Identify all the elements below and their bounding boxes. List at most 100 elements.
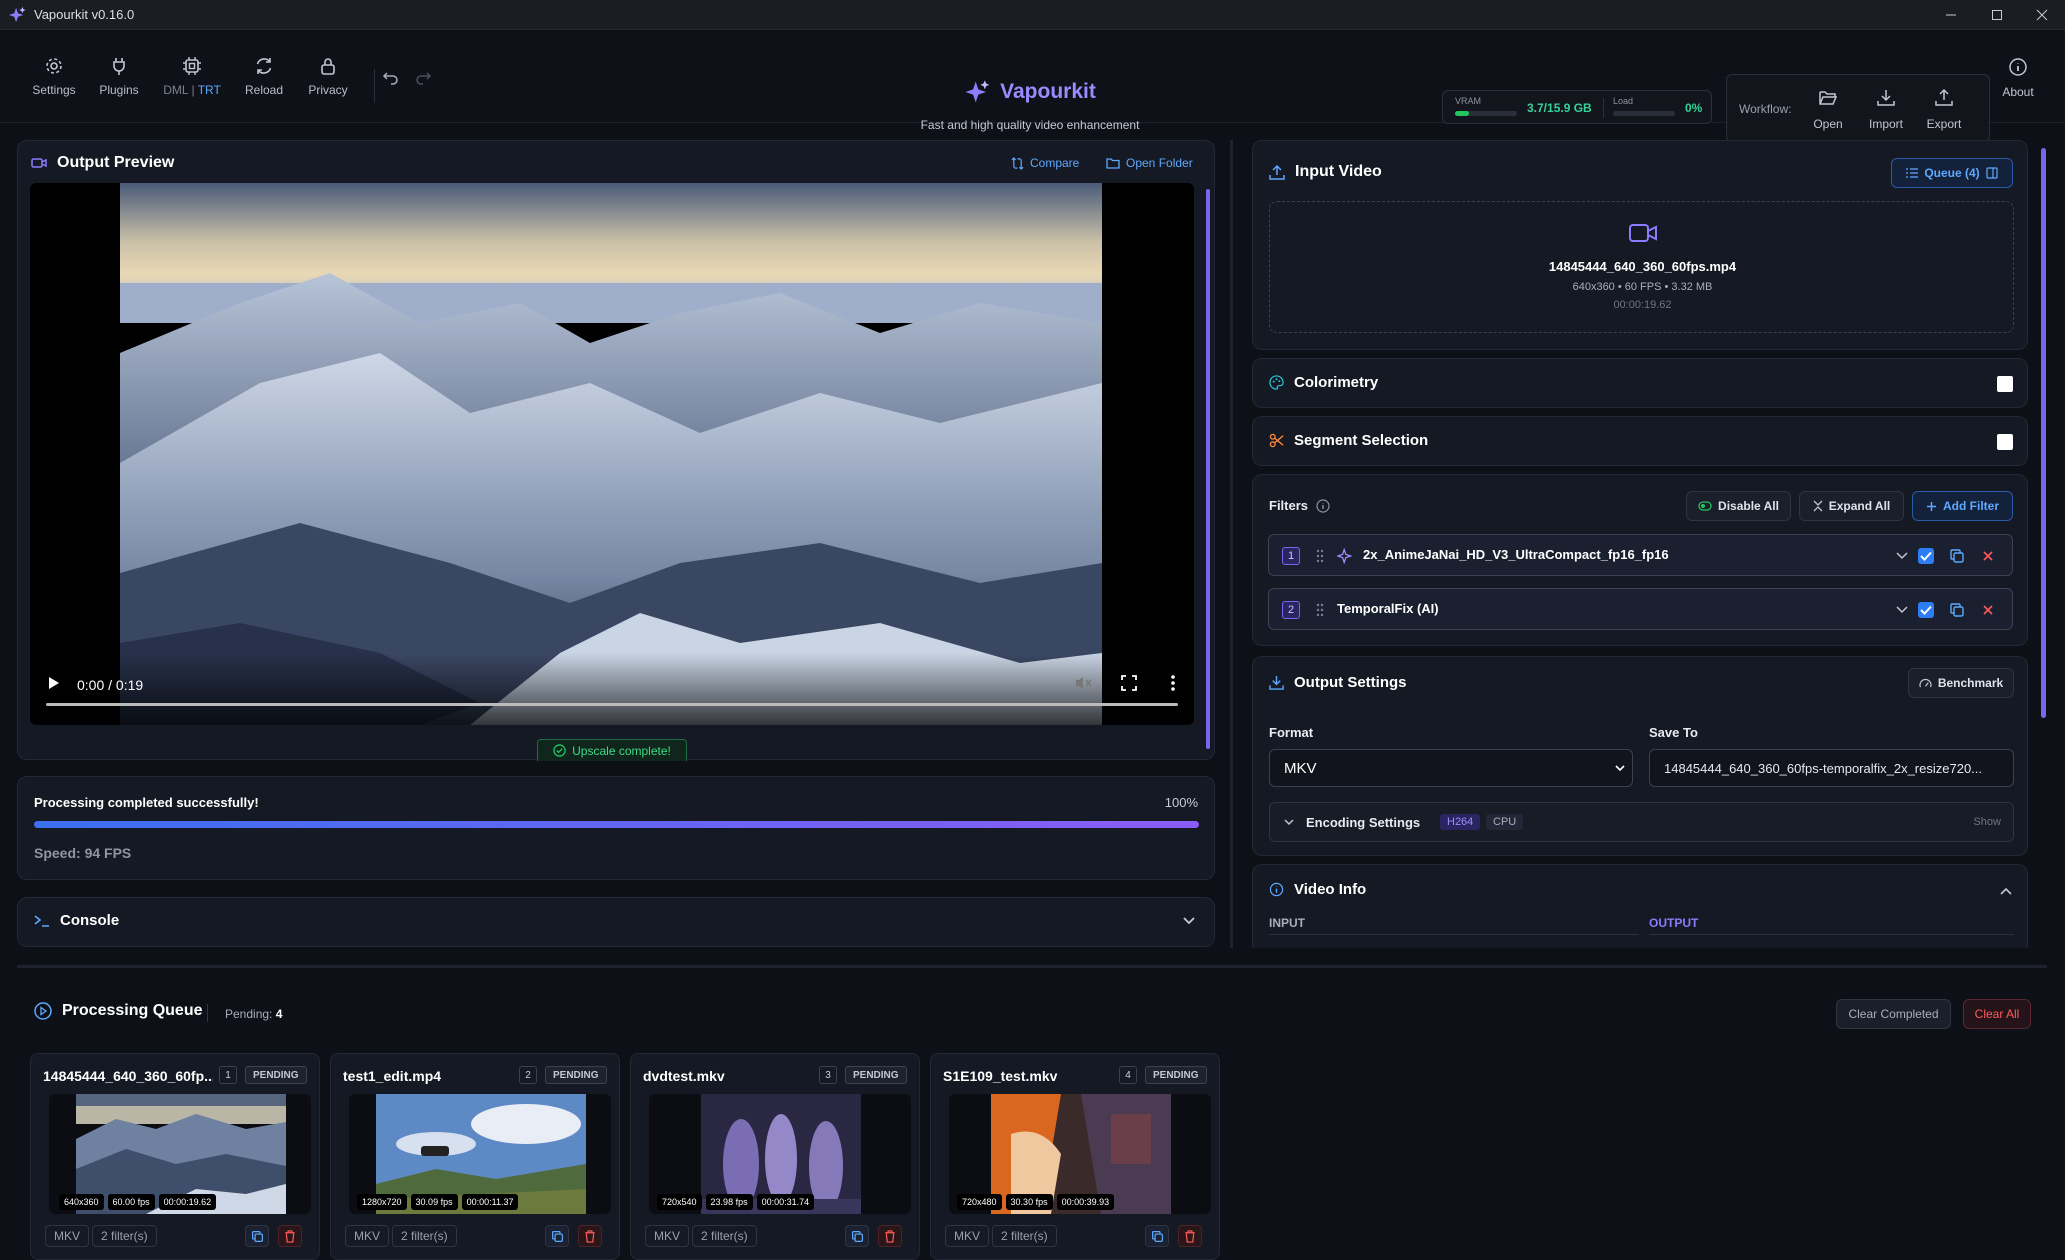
- colorimetry-toggle[interactable]: [1997, 376, 2013, 392]
- close-icon[interactable]: [1982, 604, 1994, 616]
- queue-card[interactable]: S1E109_test.mkv 4 PENDING 720x480 30.30 …: [930, 1053, 1220, 1260]
- clear-all-button[interactable]: Clear All: [1963, 999, 2031, 1029]
- input-dropzone[interactable]: 14845444_640_360_60fps.mp4 640x360 • 60 …: [1269, 201, 2014, 333]
- check-circle-icon: [553, 744, 566, 757]
- duplicate-button[interactable]: [1145, 1225, 1169, 1247]
- brand-title: Vapourkit: [1000, 80, 1096, 103]
- chevron-down-icon[interactable]: [1896, 606, 1908, 614]
- add-filter-button[interactable]: Add Filter: [1912, 491, 2013, 521]
- duplicate-button[interactable]: [545, 1225, 569, 1247]
- close-window-button[interactable]: [2019, 0, 2065, 30]
- save-to-input[interactable]: 14845444_640_360_60fps-temporalfix_2x_re…: [1649, 749, 2014, 787]
- check-icon: [1920, 551, 1932, 561]
- console-panel[interactable]: Console: [17, 897, 1215, 947]
- output-preview-panel: Output Preview Compare Open Folder 0:00 …: [17, 140, 1215, 761]
- queue-card[interactable]: dvdtest.mkv 3 PENDING 720x540 23.98 fps …: [630, 1053, 920, 1260]
- queue-card-metadata: 640x360 60.00 fps 00:00:19.62: [59, 1194, 217, 1210]
- clear-all-label: Clear All: [1974, 1007, 2020, 1021]
- segment-toggle[interactable]: [1997, 434, 2013, 450]
- filter-row[interactable]: 1 2x_AnimeJaNai_HD_V3_UltraCompact_fp16_…: [1268, 534, 2013, 576]
- plugins-button[interactable]: Plugins: [87, 55, 151, 111]
- right-column-scrollbar[interactable]: [2041, 148, 2046, 718]
- info-icon[interactable]: [1316, 498, 1330, 513]
- list-icon: [1906, 168, 1919, 178]
- privacy-button[interactable]: Privacy: [296, 55, 360, 111]
- expand-all-button[interactable]: Expand All: [1799, 491, 1904, 521]
- drag-handle-icon[interactable]: [1316, 603, 1324, 617]
- backend-toggle[interactable]: DML | TRT: [160, 55, 224, 111]
- upload-icon: [1269, 164, 1285, 180]
- filter-name: 2x_AnimeJaNai_HD_V3_UltraCompact_fp16_fp…: [1363, 547, 1669, 562]
- undo-button[interactable]: [382, 68, 400, 86]
- backend-dml: DML: [163, 83, 189, 97]
- open-folder-button[interactable]: Open Folder: [1106, 156, 1193, 170]
- play-button[interactable]: [47, 675, 61, 691]
- fullscreen-icon: [1121, 675, 1137, 691]
- load-label: Load: [1613, 96, 1634, 106]
- filter-count-tag: 2 filter(s): [392, 1225, 457, 1247]
- reload-icon: [256, 58, 272, 74]
- clear-completed-button[interactable]: Clear Completed: [1836, 999, 1951, 1029]
- export-button[interactable]: Export: [1919, 89, 1969, 131]
- preview-scrollbar[interactable]: [1206, 189, 1210, 749]
- segment-header: Segment Selection: [1269, 432, 1428, 449]
- console-expand-toggle[interactable]: [1182, 916, 1196, 926]
- copy-icon[interactable]: [1949, 602, 1965, 618]
- delete-button[interactable]: [1178, 1225, 1202, 1247]
- settings-button[interactable]: Settings: [22, 55, 86, 111]
- queue-card-filename: S1E109_test.mkv: [943, 1068, 1058, 1084]
- queue-divider[interactable]: [17, 965, 2047, 968]
- format-tag: MKV: [345, 1225, 390, 1247]
- benchmark-label: Benchmark: [1937, 676, 2004, 690]
- more-options-button[interactable]: [1170, 674, 1176, 692]
- delete-button[interactable]: [878, 1225, 902, 1247]
- pending-count: 4: [275, 1007, 283, 1021]
- chevron-down-icon[interactable]: [1896, 552, 1908, 560]
- drag-handle-icon[interactable]: [1316, 549, 1324, 563]
- open-button[interactable]: Open: [1803, 89, 1853, 131]
- fullscreen-button[interactable]: [1121, 675, 1137, 691]
- copy-icon[interactable]: [1949, 548, 1965, 564]
- disable-all-button[interactable]: Disable All: [1686, 491, 1791, 521]
- column-divider[interactable]: [1230, 140, 1233, 948]
- benchmark-button[interactable]: Benchmark: [1908, 668, 2014, 698]
- status-badge: PENDING: [1145, 1066, 1207, 1084]
- plus-icon: [1927, 501, 1936, 511]
- filter-enabled-checkbox[interactable]: [1918, 548, 1934, 564]
- maximize-button[interactable]: [1974, 0, 2020, 30]
- duplicate-button[interactable]: [845, 1225, 869, 1247]
- duplicate-button[interactable]: [245, 1225, 269, 1247]
- delete-button[interactable]: [578, 1225, 602, 1247]
- player-time: 0:00 / 0:19: [77, 677, 144, 693]
- about-button[interactable]: About: [1993, 57, 2043, 99]
- workflow-group: Workflow: Open Import Export: [1726, 74, 1990, 142]
- queue-button[interactable]: Queue (4): [1891, 158, 2013, 188]
- copy-icon: [251, 1230, 263, 1242]
- folder-open-icon: [1819, 91, 1838, 105]
- format-select[interactable]: MKV: [1269, 749, 1633, 787]
- progress-bar: [34, 821, 1199, 828]
- close-icon[interactable]: [1982, 550, 1994, 562]
- compare-button[interactable]: Compare: [1011, 156, 1079, 170]
- delete-button[interactable]: [278, 1225, 302, 1247]
- copy-icon: [1151, 1230, 1163, 1242]
- lock-icon: [321, 58, 335, 75]
- redo-button[interactable]: [414, 68, 432, 86]
- minimize-button[interactable]: [1928, 0, 1974, 30]
- chevron-up-icon[interactable]: [2000, 887, 2012, 895]
- trash-icon: [1185, 1229, 1195, 1243]
- mute-button[interactable]: [1074, 675, 1092, 691]
- import-button[interactable]: Import: [1861, 89, 1911, 131]
- scissors-icon: [1269, 433, 1284, 448]
- toggle-icon: [1698, 501, 1712, 511]
- player-seekbar[interactable]: [46, 703, 1178, 706]
- queue-card[interactable]: 14845444_640_360_60fp... 1 PENDING 640x3…: [30, 1053, 320, 1260]
- filter-enabled-checkbox[interactable]: [1918, 602, 1934, 618]
- encoding-settings-toggle[interactable]: Encoding Settings H264 CPU Show: [1269, 802, 2014, 842]
- status-badge: PENDING: [545, 1066, 607, 1084]
- video-player[interactable]: 0:00 / 0:19: [30, 183, 1194, 725]
- reload-button[interactable]: Reload: [232, 55, 296, 111]
- queue-card-index: 2: [519, 1066, 537, 1084]
- filter-row[interactable]: 2 TemporalFix (AI): [1268, 588, 2013, 630]
- queue-card[interactable]: test1_edit.mp4 2 PENDING 1280x720 30.09 …: [330, 1053, 620, 1260]
